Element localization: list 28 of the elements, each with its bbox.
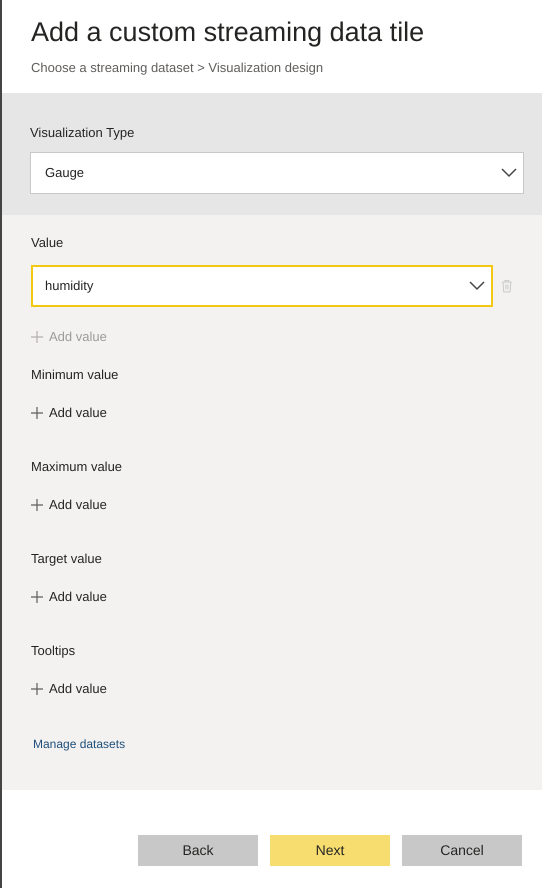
value-dropdown[interactable]: humidity <box>31 265 494 307</box>
manage-datasets-link[interactable]: Manage datasets <box>33 735 126 753</box>
visualization-type-dropdown[interactable]: Gauge <box>30 152 524 194</box>
add-value-button[interactable]: Add value <box>31 587 107 607</box>
plus-icon <box>31 683 43 695</box>
plus-icon <box>31 407 43 419</box>
dialog-button[interactable]: Next <box>270 835 390 866</box>
add-value-button[interactable]: Add value <box>31 403 107 423</box>
field-label: Value <box>31 234 64 252</box>
plus-icon <box>31 331 43 343</box>
plus-icon <box>31 591 43 603</box>
field-label: Minimum value <box>31 366 120 384</box>
chevron-down-icon <box>469 281 486 291</box>
dialog-button[interactable]: Back <box>138 835 258 866</box>
field-label: Maximum value <box>31 458 124 476</box>
chevron-down-icon <box>501 168 517 178</box>
dialog-button[interactable]: Cancel <box>402 835 522 866</box>
plus-icon <box>31 499 43 511</box>
field-label: Tooltips <box>31 642 76 660</box>
dialog-title: Add a custom streaming data tile <box>31 16 426 49</box>
dropdown-value: humidity <box>45 277 94 296</box>
trash-icon[interactable] <box>501 279 513 293</box>
dropdown-value: Gauge <box>45 164 84 182</box>
breadcrumb: Choose a streaming dataset > Visualization design <box>31 59 324 77</box>
field-label: Target value <box>31 550 103 568</box>
field-label: Visualization Type <box>30 124 136 142</box>
add-value-button[interactable]: Add value <box>31 679 107 699</box>
add-value-button[interactable]: Add value <box>31 495 107 515</box>
